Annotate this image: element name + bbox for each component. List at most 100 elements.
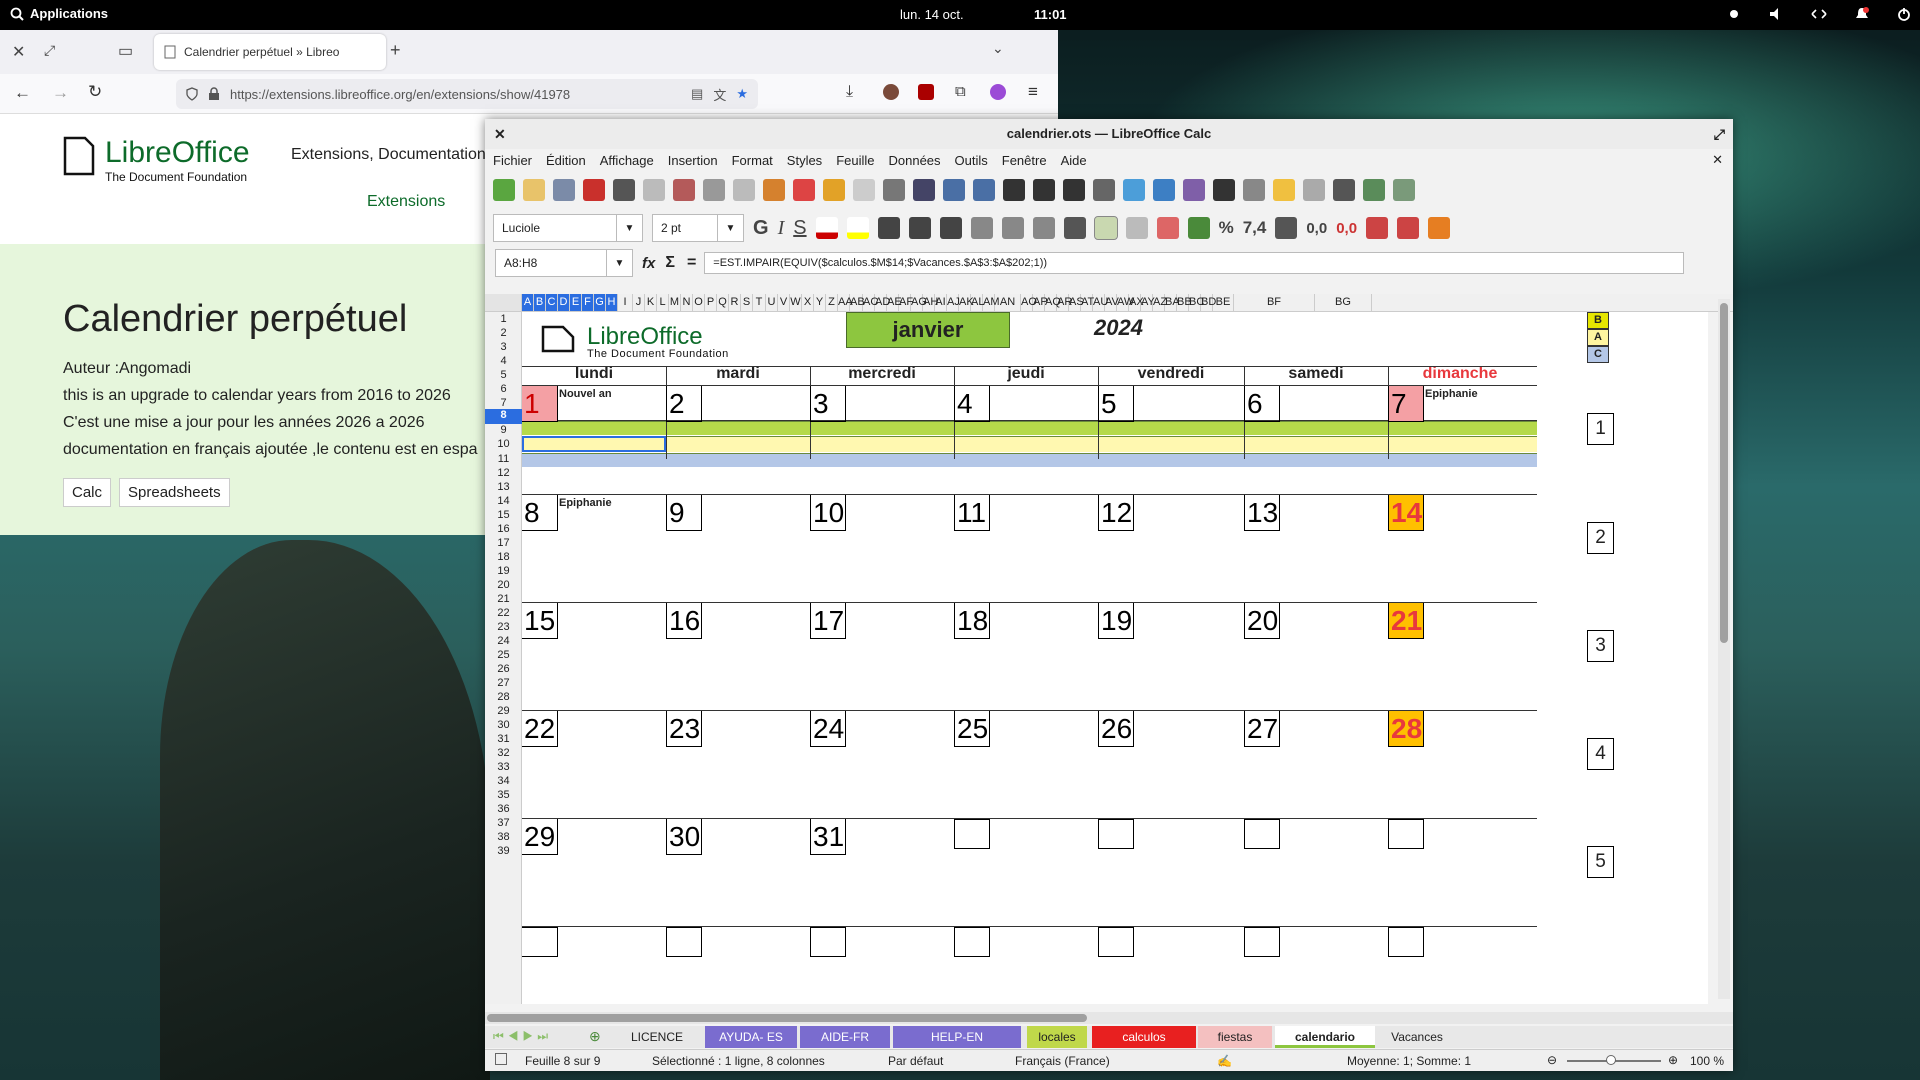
sheet-tab-8[interactable]: Vacances [1377, 1026, 1457, 1048]
week-number-5[interactable]: 5 [1587, 846, 1614, 878]
column-header-BC[interactable]: BC [1189, 294, 1204, 311]
day-cell-w3-d0[interactable]: 22 [522, 711, 558, 747]
day-cell-w4-d5[interactable] [1244, 819, 1280, 849]
row-header-28[interactable]: 28 [485, 691, 522, 705]
split-window-icon[interactable] [1393, 179, 1415, 201]
align-left-icon[interactable] [877, 217, 900, 239]
headers-footers-icon[interactable] [1303, 179, 1325, 201]
legend-a[interactable]: A [1587, 329, 1609, 346]
shield-icon[interactable] [186, 87, 198, 101]
sheet-tab-2[interactable]: AIDE-FR [800, 1026, 890, 1048]
insert-image-icon[interactable] [1123, 179, 1145, 201]
print-preview-icon[interactable] [643, 179, 665, 201]
close-window-icon[interactable]: ✕ [494, 119, 506, 149]
day-cell-w5-d2[interactable] [810, 927, 846, 957]
decrease-indent-icon[interactable] [1397, 217, 1420, 239]
select-all-corner[interactable] [485, 294, 522, 312]
spreadsheet-grid[interactable]: LibreOffice The Document Foundation janv… [522, 312, 1708, 1004]
autofilter-icon[interactable] [1093, 179, 1115, 201]
column-header-K[interactable]: K [645, 294, 657, 311]
day-cell-w0-d3[interactable]: 4 [954, 386, 990, 422]
day-cell-w2-d4[interactable]: 19 [1098, 603, 1134, 639]
formula-equals-icon[interactable]: = [687, 254, 696, 272]
row-header-5[interactable]: 5 [485, 369, 522, 383]
comment-icon[interactable] [1273, 179, 1295, 201]
column-header-X[interactable]: X [802, 294, 814, 311]
day-cell-w5-d6[interactable] [1388, 927, 1424, 957]
row-header-32[interactable]: 32 [485, 747, 522, 761]
row-header-14[interactable]: 14 [485, 495, 522, 509]
row-header-20[interactable]: 20 [485, 579, 522, 593]
notification-bell-icon[interactable] [1854, 6, 1870, 22]
row-header-26[interactable]: 26 [485, 663, 522, 677]
chevron-down-icon[interactable]: ▼ [717, 215, 743, 241]
column-header-A[interactable]: A [522, 294, 534, 311]
day-cell-w5-d0[interactable] [522, 927, 558, 957]
row-header-2[interactable]: 2 [485, 327, 522, 341]
legend-c[interactable]: C [1587, 346, 1609, 363]
ublock-extension-icon[interactable] [918, 84, 934, 100]
column-header-AM[interactable]: AM [983, 294, 1000, 311]
forward-arrow-icon[interactable]: → [52, 83, 69, 103]
reload-icon[interactable]: ↻ [88, 82, 102, 102]
font-name-box[interactable]: Luciole ▼ [493, 214, 643, 242]
column-header-W[interactable]: W [790, 294, 802, 311]
date-format-icon[interactable] [1275, 217, 1298, 239]
row-header-24[interactable]: 24 [485, 635, 522, 649]
day-cell-w2-d2[interactable]: 17 [810, 603, 846, 639]
download-icon[interactable]: ⤓ [846, 83, 853, 101]
copy-icon[interactable] [703, 179, 725, 201]
save-icon[interactable] [553, 179, 575, 201]
clock-time[interactable]: 11:01 [1034, 7, 1067, 22]
row-icon[interactable] [943, 179, 965, 201]
column-header-V[interactable]: V [778, 294, 790, 311]
column-header-Y[interactable]: Y [814, 294, 826, 311]
column-header-AH[interactable]: AH [923, 294, 938, 311]
day-cell-w4-d1[interactable]: 30 [666, 819, 702, 855]
row-header-18[interactable]: 18 [485, 551, 522, 565]
merge-center-icon[interactable] [1093, 216, 1118, 240]
horizontal-scroll-thumb[interactable] [487, 1014, 1087, 1022]
week1-band-2[interactable] [522, 453, 1537, 467]
column-header-I[interactable]: I [618, 294, 633, 311]
column-header-Z[interactable]: Z [826, 294, 838, 311]
center-vertically-icon[interactable] [1001, 217, 1024, 239]
zoom-slider-handle[interactable] [1606, 1055, 1616, 1065]
day-cell-w4-d3[interactable] [954, 819, 990, 849]
increase-indent-icon[interactable] [1366, 217, 1389, 239]
column-header-AP[interactable]: AP [1033, 294, 1048, 311]
column-header-E[interactable]: E [570, 294, 582, 311]
day-cell-w0-d5[interactable]: 6 [1244, 386, 1280, 422]
wrap-text-icon[interactable] [1063, 217, 1086, 239]
number-format-icon[interactable]: 7,4 [1243, 218, 1267, 238]
clock-date[interactable]: lun. 14 oct. [900, 7, 964, 22]
week1-band-1[interactable] [522, 436, 1537, 452]
back-arrow-icon[interactable]: ← [14, 83, 31, 103]
power-icon[interactable] [1896, 6, 1912, 22]
special-character-icon[interactable] [1213, 179, 1235, 201]
new-tab-button[interactable]: + [390, 40, 401, 61]
row-header-6[interactable]: 6 [485, 383, 522, 397]
font-color-icon[interactable] [815, 217, 838, 239]
column-header-AJ[interactable]: AJ [947, 294, 960, 311]
row-header-38[interactable]: 38 [485, 831, 522, 845]
day-cell-w0-d2[interactable]: 3 [810, 386, 846, 422]
day-cell-w2-d3[interactable]: 18 [954, 603, 990, 639]
day-cell-w0-d1[interactable]: 2 [666, 386, 702, 422]
day-cell-w3-d5[interactable]: 27 [1244, 711, 1280, 747]
column-header-AF[interactable]: AF [899, 294, 913, 311]
sheet-tab-3[interactable]: HELP-EN [893, 1026, 1021, 1048]
clone-formatting-icon[interactable] [763, 179, 785, 201]
row-header-33[interactable]: 33 [485, 761, 522, 775]
active-tab[interactable]: Calendrier perpétuel » Libreo [154, 34, 386, 70]
sort-icon[interactable] [1003, 179, 1025, 201]
sum-icon[interactable]: Σ [665, 254, 675, 272]
column-header-G[interactable]: G [594, 294, 606, 311]
menu-item-3[interactable]: Insertion [668, 153, 718, 168]
day-cell-w1-d4[interactable]: 12 [1098, 495, 1134, 531]
column-header-AC[interactable]: AC [863, 294, 878, 311]
applications-menu[interactable]: Applications [10, 6, 108, 21]
column-header-AV[interactable]: AV [1105, 294, 1119, 311]
row-header-7[interactable]: 7 [485, 397, 522, 409]
day-cell-w3-d2[interactable]: 24 [810, 711, 846, 747]
